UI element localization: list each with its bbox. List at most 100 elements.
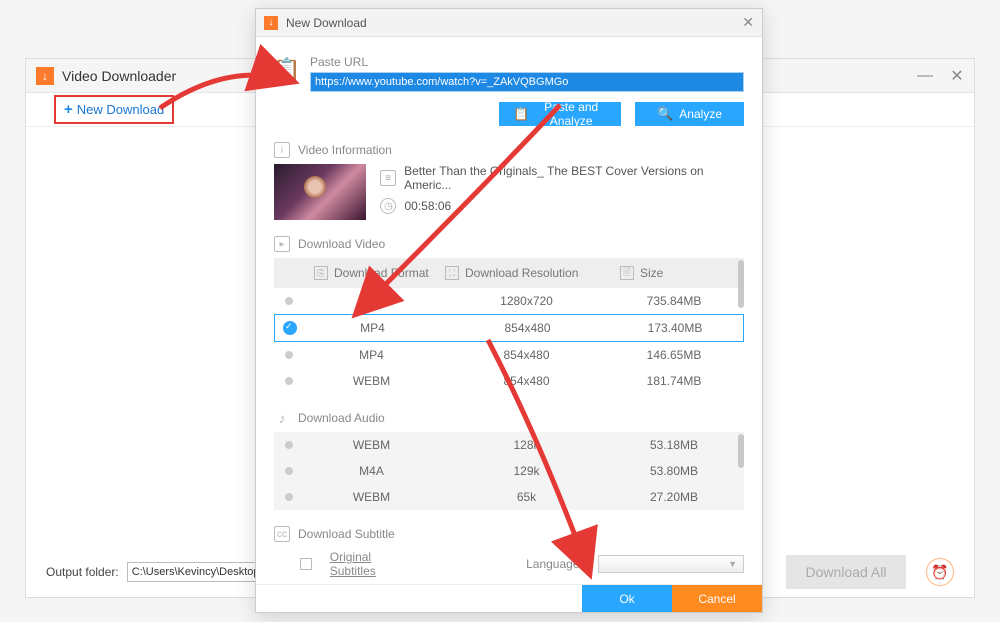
cell-bitrate: 65k xyxy=(439,490,614,504)
cell-resolution: 854x480 xyxy=(439,348,614,362)
radio-icon xyxy=(285,441,293,449)
radio-icon xyxy=(285,493,293,501)
clipboard-icon: 📋 xyxy=(274,55,300,85)
cell-format: WEBM xyxy=(304,374,439,388)
app-title: Video Downloader xyxy=(62,68,176,84)
new-download-label: New Download xyxy=(77,102,164,117)
cell-size: 53.18MB xyxy=(614,438,734,452)
schedule-icon[interactable]: ⏰ xyxy=(926,558,954,586)
cell-format: MP4 xyxy=(304,294,439,308)
format-icon: ⎘ xyxy=(314,266,328,280)
paste-url-label: Paste URL xyxy=(310,55,744,69)
cell-format: WEBM xyxy=(304,490,439,504)
video-info-header: i Video Information xyxy=(274,142,744,158)
analyze-label: Analyze xyxy=(679,107,722,121)
cell-size: 146.65MB xyxy=(614,348,734,362)
video-table: ⎘ Download Format ⛶ Download Resolution 🗎 S… xyxy=(274,258,744,394)
paste-analyze-label: Paste and Analyze xyxy=(535,100,607,128)
video-table-header: ⎘ Download Format ⛶ Download Resolution 🗎 S… xyxy=(274,258,744,288)
language-select[interactable]: ▼ xyxy=(598,555,744,573)
audio-icon: ♪ xyxy=(274,410,290,426)
cell-resolution: 854x480 xyxy=(440,321,615,335)
window-controls: — ✕ xyxy=(918,69,964,83)
download-video-header: ▸ Download Video xyxy=(274,236,744,252)
info-icon: i xyxy=(274,142,290,158)
output-folder-input[interactable] xyxy=(127,562,267,582)
cell-resolution: 1280x720 xyxy=(439,294,614,308)
radio-icon xyxy=(285,351,293,359)
cancel-button[interactable]: Cancel xyxy=(672,585,762,612)
url-input[interactable] xyxy=(310,72,744,92)
cell-size: 27.20MB xyxy=(614,490,734,504)
new-download-dialog: ↓ New Download ✕ 📋 Paste URL 📋 Paste and… xyxy=(255,8,763,613)
cell-size: 53.80MB xyxy=(614,464,734,478)
url-area: 📋 Paste URL xyxy=(274,55,744,92)
table-row[interactable]: WEBM 128k 53.18MB xyxy=(274,432,744,458)
cell-format: MP4 xyxy=(304,348,439,362)
video-scrollbar[interactable] xyxy=(738,260,744,308)
audio-scrollbar[interactable] xyxy=(738,434,744,468)
col-format: Download Format xyxy=(334,266,429,280)
search-icon: 🔍 xyxy=(657,106,673,122)
download-all-label: Download All xyxy=(806,564,887,580)
ok-button[interactable]: Ok xyxy=(582,585,672,612)
clock-icon: ◷ xyxy=(380,198,396,214)
analyze-button[interactable]: 🔍 Analyze xyxy=(635,102,744,126)
download-video-label: Download Video xyxy=(298,237,385,251)
paste-and-analyze-button[interactable]: 📋 Paste and Analyze xyxy=(499,102,621,126)
dialog-footer: Ok Cancel xyxy=(256,584,762,612)
table-row[interactable]: M4A 129k 53.80MB xyxy=(274,458,744,484)
video-info-row: ≡ Better Than the Originals_ The BEST Co… xyxy=(274,164,744,220)
cell-format: M4A xyxy=(304,464,439,478)
col-resolution: Download Resolution xyxy=(465,266,578,280)
video-thumbnail xyxy=(274,164,366,220)
language-label: Language xyxy=(526,557,579,571)
table-row[interactable]: WEBM 65k 27.20MB xyxy=(274,484,744,510)
col-size: Size xyxy=(640,266,663,280)
subtitle-icon: cc xyxy=(274,526,290,542)
app-logo-icon: ↓ xyxy=(36,67,54,85)
download-audio-header: ♪ Download Audio xyxy=(274,410,744,426)
output-folder-label: Output folder: xyxy=(46,565,119,579)
dialog-logo-icon: ↓ xyxy=(264,16,278,30)
download-subtitle-label: Download Subtitle xyxy=(298,527,395,541)
cell-bitrate: 129k xyxy=(439,464,614,478)
title-icon: ≡ xyxy=(380,170,396,186)
video-info-label: Video Information xyxy=(298,143,392,157)
download-all-button[interactable]: Download All xyxy=(786,555,906,589)
radio-icon xyxy=(283,321,297,335)
table-row[interactable]: WEBM 854x480 181.74MB xyxy=(274,368,744,394)
cell-size: 735.84MB xyxy=(614,294,734,308)
analyze-buttons: 📋 Paste and Analyze 🔍 Analyze xyxy=(499,102,744,126)
size-icon: 🗎 xyxy=(620,266,634,280)
plus-icon: + xyxy=(64,101,73,118)
dialog-close-icon[interactable]: ✕ xyxy=(742,14,754,31)
resolution-icon: ⛶ xyxy=(445,266,459,280)
dialog-title-bar: ↓ New Download ✕ xyxy=(256,9,762,37)
cell-resolution: 854x480 xyxy=(439,374,614,388)
cell-format: WEBM xyxy=(304,438,439,452)
cell-size: 181.74MB xyxy=(614,374,734,388)
radio-icon xyxy=(285,377,293,385)
table-row[interactable]: MP4 854x480 146.65MB xyxy=(274,342,744,368)
table-row[interactable]: MP4 854x480 173.40MB xyxy=(274,314,744,342)
paste-icon: 📋 xyxy=(513,106,529,122)
original-subtitles-label: Original Subtitles xyxy=(330,550,418,578)
minimize-icon[interactable]: — xyxy=(918,69,932,83)
download-audio-label: Download Audio xyxy=(298,411,385,425)
close-icon[interactable]: ✕ xyxy=(950,69,964,83)
chevron-down-icon: ▼ xyxy=(728,559,737,569)
new-download-button[interactable]: + New Download xyxy=(54,95,174,124)
subtitle-row: Original Subtitles Language ▼ xyxy=(274,550,744,578)
download-subtitle-header: cc Download Subtitle xyxy=(274,526,744,542)
cell-size: 173.40MB xyxy=(615,321,735,335)
video-icon: ▸ xyxy=(274,236,290,252)
table-row[interactable]: MP4 1280x720 735.84MB xyxy=(274,288,744,314)
radio-icon xyxy=(285,297,293,305)
original-subtitles-checkbox[interactable] xyxy=(300,558,312,570)
dialog-title: New Download xyxy=(286,16,367,30)
dialog-body: 📋 Paste URL 📋 Paste and Analyze 🔍 Analyz… xyxy=(256,37,762,584)
video-title-text: Better Than the Originals_ The BEST Cove… xyxy=(404,164,744,192)
audio-table: WEBM 128k 53.18MB M4A 129k 53.80MB WEBM … xyxy=(274,432,744,510)
cell-format: MP4 xyxy=(305,321,440,335)
